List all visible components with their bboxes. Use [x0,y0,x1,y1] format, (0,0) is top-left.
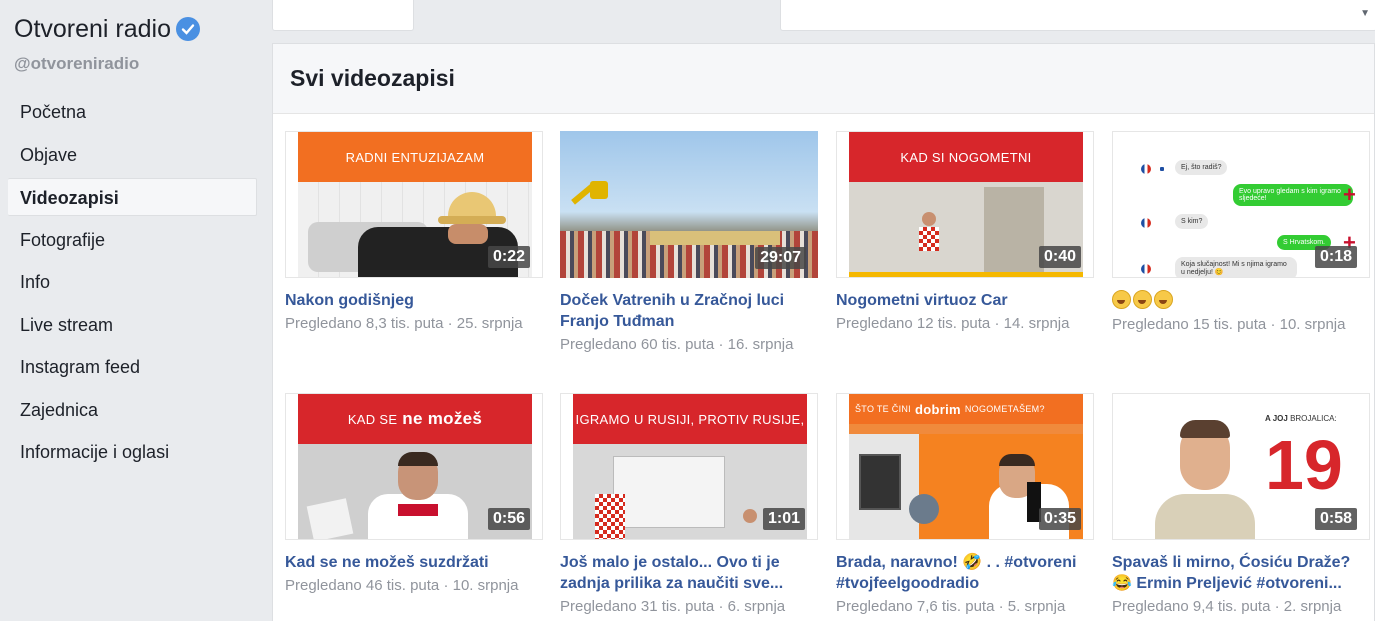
video-card[interactable]: ŠTO TE ČINI dobrim NOGOMETAŠEM? 0:35 Brada… [836,393,1094,617]
video-thumbnail[interactable]: KAD SE ne možeš 0:56 [285,393,543,540]
sidebar-item-instagram-feed[interactable]: Instagram feed [8,348,257,386]
video-meta: Pregledano 60 tis. puta · 16. srpnja [560,336,794,353]
laughing-emoji-icon [1154,290,1173,309]
chevron-down-icon: ▼ [1360,8,1370,19]
video-card[interactable]: 29:07 Doček Vatrenih u Zračnoj luci Fran… [560,131,818,355]
chat-bubble: Ej, što radiš? [1175,160,1228,175]
panel-header: Svi videozapisi [273,44,1374,114]
laughing-emoji-icon [1112,290,1131,309]
thumbnail-caption: A JOJ BROJALICA: [1265,414,1337,423]
video-duration: 0:56 [487,508,530,530]
video-title[interactable]: Nogometni virtuoz Car [836,290,1094,311]
video-meta: Pregledano 8,3 tis. puta · 25. srpnja [285,315,523,332]
sidebar-item-informacije-i-oglasi[interactable]: Informacije i oglasi [8,433,257,471]
video-card[interactable]: RADNI ENTUZIJAZAM 0:22 Nakon godišnjeg P… [285,131,543,334]
video-meta: Pregledano 46 tis. puta · 10. srpnja [285,577,519,594]
sidebar-item-info[interactable]: Info [8,263,257,301]
video-meta: Pregledano 31 tis. puta · 6. srpnja [560,598,786,615]
video-duration: 1:01 [762,508,805,530]
sidebar-item-live-stream[interactable]: Live stream [8,306,257,344]
thumbnail-banner: IGRAMO U RUSIJI, PROTIV RUSIJE, [573,394,807,444]
banner-bold-text: dobrim [914,401,961,417]
main-content: ▼ Svi videozapisi RADNI ENTUZIJAZAM 0:22 [272,0,1375,621]
video-meta: Pregledano 9,4 tis. puta · 2. srpnja [1112,598,1342,615]
thumbnail-banner: RADNI ENTUZIJAZAM [298,132,532,182]
sidebar-item-objave[interactable]: Objave [8,136,257,174]
video-title[interactable]: Spavaš li mirno, Ćosiću Draže? 😂 Ermin P… [1112,552,1370,594]
page-name-row: Otvoreni radio [14,14,201,44]
caption-tail-text: BROJALICA: [1290,414,1337,423]
banner-text: KAD SE [347,411,398,427]
chat-bubble: S kim? [1175,214,1209,229]
sidebar-item-fotografije[interactable]: Fotografije [8,221,257,259]
verified-badge-icon [176,17,201,41]
chat-bubble: Evo upravo gledam s kim igramo sljedeće! [1233,184,1353,206]
video-duration: 29:07 [755,247,806,269]
france-flag-icon [1141,164,1151,174]
video-thumbnail[interactable]: Ej, što radiš? Evo upravo gledam s kim i… [1112,131,1370,278]
video-thumbnail[interactable]: ŠTO TE ČINI dobrim NOGOMETAŠEM? 0:35 [836,393,1094,540]
video-thumbnail[interactable]: KAD SI NOGOMETNI 0:40 [836,131,1094,278]
video-card[interactable]: KAD SI NOGOMETNI 0:40 Nogometni virtuoz … [836,131,1094,334]
video-thumbnail[interactable]: IGRAMO U RUSIJI, PROTIV RUSIJE, 1:01 [560,393,818,540]
video-title[interactable]: Još malo je ostalo... Ovo ti je zadnja p… [560,552,818,594]
video-card[interactable]: A JOJ BROJALICA: 19 0:58 Spavaš li mirno… [1112,393,1370,617]
sidebar-item-zajednica[interactable]: Zajednica [8,391,257,429]
video-duration: 0:18 [1314,246,1357,268]
section-title: Svi videozapisi [290,65,455,91]
laughing-emoji-icon [1133,290,1152,309]
banner-bold-text: ne možeš [402,409,483,428]
video-card[interactable]: Ej, što radiš? Evo upravo gledam s kim i… [1112,131,1370,335]
sidebar-item-videozapisi[interactable]: Videozapisi [8,178,257,216]
top-controls: ▼ [272,0,1375,40]
video-thumbnail[interactable]: A JOJ BROJALICA: 19 0:58 [1112,393,1370,540]
video-duration: 0:40 [1038,246,1081,268]
video-card[interactable]: IGRAMO U RUSIJI, PROTIV RUSIJE, 1:01 Još… [560,393,818,617]
video-title[interactable]: Doček Vatrenih u Zračnoj luci Franjo Tuđ… [560,290,818,332]
sort-select[interactable]: ▼ [780,0,1375,31]
video-thumbnail[interactable]: 29:07 [560,131,818,278]
caption-text: A JOJ [1265,414,1288,423]
thumbnail-banner: ŠTO TE ČINI dobrim NOGOMETAŠEM? [849,394,1083,424]
top-button[interactable] [272,0,414,31]
video-meta: Pregledano 7,6 tis. puta · 5. srpnja [836,598,1066,615]
thumbnail-banner: KAD SE ne možeš [298,394,532,444]
video-meta: Pregledano 12 tis. puta · 14. srpnja [836,315,1070,332]
banner-tail-text: NOGOMETAŠEM? [964,404,1045,414]
page-name[interactable]: Otvoreni radio [14,14,171,44]
sidebar-nav: Početna Objave Videozapisi Fotografije I… [8,93,257,476]
sidebar-item-pocetna[interactable]: Početna [8,93,257,131]
croatian-cross-icon: + [1343,182,1356,207]
video-meta: Pregledano 15 tis. puta · 10. srpnja [1112,316,1346,333]
video-duration: 0:58 [1314,508,1357,530]
sidebar: Otvoreni radio @otvoreniradio Početna Ob… [0,0,265,621]
videos-panel: Svi videozapisi RADNI ENTUZIJAZAM 0:22 N… [272,43,1375,621]
video-title[interactable]: Kad se ne možeš suzdržati [285,552,543,573]
chat-bubble: Koja slučajnost! Mi s njima igramo u ned… [1175,257,1297,277]
flag-icon [1159,164,1169,174]
video-thumbnail[interactable]: RADNI ENTUZIJAZAM 0:22 [285,131,543,278]
video-title[interactable]: Nakon godišnjeg [285,290,543,311]
video-duration: 0:35 [1038,508,1081,530]
thumbnail-banner: KAD SI NOGOMETNI [849,132,1083,182]
banner-text: ŠTO TE ČINI [855,404,911,414]
thumbnail-big-number: 19 [1265,426,1343,504]
video-title[interactable] [1112,290,1370,312]
video-duration: 0:22 [487,246,530,268]
video-title[interactable]: Brada, naravno! 🤣 . . #otvoreni #tvojfee… [836,552,1094,594]
france-flag-icon [1141,218,1151,228]
france-flag-icon [1141,264,1151,274]
video-card[interactable]: KAD SE ne možeš 0:56 Kad se ne možeš suzd… [285,393,543,596]
page-handle[interactable]: @otvoreniradio [14,54,139,74]
